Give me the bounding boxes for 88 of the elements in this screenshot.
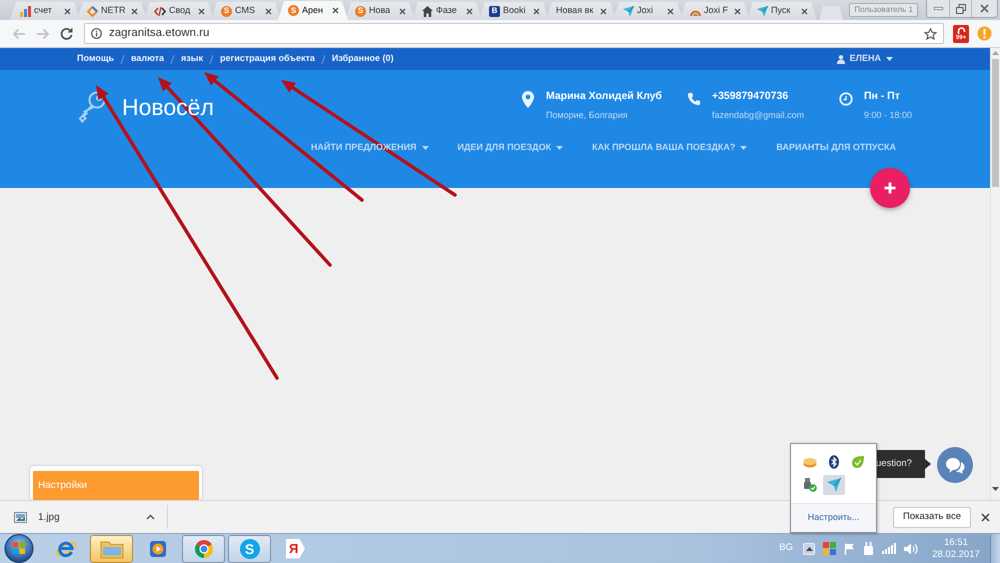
taskbar-button[interactable]: Я: [274, 534, 317, 562]
scroll-down-icon[interactable]: [992, 487, 999, 492]
house-icon: [422, 6, 433, 16]
taskbar-button[interactable]: [90, 534, 133, 562]
letter-icon: S: [240, 538, 260, 558]
taskbar-button[interactable]: [182, 534, 225, 562]
browser-tab[interactable]: S CMS: [211, 2, 281, 20]
browser-tab[interactable]: Пуск: [747, 2, 817, 20]
top-nav-link[interactable]: Помощь: [77, 52, 114, 66]
contact-title: +359879470736: [712, 91, 790, 103]
chat-tooltip: uestion?: [876, 450, 931, 478]
paper-plane-icon: [623, 6, 634, 16]
play-icon: [148, 540, 166, 558]
close-icon[interactable]: [667, 8, 674, 14]
contact-detail: Поморие, Болгария: [546, 110, 629, 120]
close-icon[interactable]: [399, 8, 406, 14]
user-icon: [836, 54, 845, 64]
profile-button[interactable]: Пользователь 1: [849, 3, 918, 17]
close-icon[interactable]: [131, 8, 138, 14]
image-file-icon: [14, 512, 27, 522]
show-all-button[interactable]: Показать все: [893, 506, 971, 528]
close-icon[interactable]: [64, 8, 71, 14]
letter-icon: S: [221, 6, 232, 16]
tray-expand-button[interactable]: [803, 542, 815, 554]
arc-icon: [956, 26, 966, 34]
code-icon: [154, 6, 166, 16]
browser-tab[interactable]: NETR: [77, 2, 147, 20]
caret-icon: [740, 146, 748, 150]
contact-detail: fazendabg@gmail.com: [712, 110, 804, 120]
close-icon[interactable]: [734, 8, 741, 14]
top-nav-link[interactable]: регистрация объекта: [220, 52, 315, 66]
top-nav-link[interactable]: язык: [181, 52, 203, 66]
caret-up-icon: [806, 546, 812, 550]
top-nav-link[interactable]: валюта: [131, 52, 164, 66]
contact-title: Марина Холидей Клуб: [546, 91, 662, 103]
browser-tab[interactable]: Фазе: [412, 2, 482, 20]
tile-grid-icon[interactable]: [823, 542, 836, 555]
info-icon[interactable]: [91, 28, 102, 39]
start-button[interactable]: [4, 534, 34, 563]
reload-icon[interactable]: [60, 27, 73, 40]
map-pin-icon: [522, 91, 534, 108]
minimize-icon: [934, 7, 942, 10]
close-icon[interactable]: [801, 8, 808, 14]
browser-tab[interactable]: S Нова: [345, 2, 415, 20]
tricolor-circle-icon: [194, 538, 214, 558]
chat-bubbles-icon: [945, 456, 965, 474]
close-icon[interactable]: [466, 8, 473, 14]
browser-tab[interactable]: B Booki: [479, 2, 549, 20]
plus-icon: [884, 182, 896, 194]
scrollbar-thumb[interactable]: [992, 59, 999, 187]
address-field[interactable]: zagranitsa.etown.ru: [84, 23, 944, 44]
phone-icon: [686, 91, 701, 107]
diamond-icon: [87, 6, 98, 16]
contact-title: Пн - Пт: [864, 91, 901, 103]
close-icon[interactable]: [332, 7, 339, 14]
star-icon[interactable]: [924, 28, 937, 40]
letter-icon: Я: [286, 538, 305, 558]
restore-icon: [956, 4, 966, 14]
caret-icon: [556, 146, 564, 150]
orbit-e-icon: [54, 538, 76, 558]
close-icon: [980, 4, 989, 13]
chevron-up-icon[interactable]: [146, 514, 155, 520]
letter-icon: S: [288, 5, 299, 16]
download-item[interactable]: 1.jpg: [0, 505, 168, 529]
browser-tab[interactable]: Joxi: [613, 2, 683, 20]
letter-icon: B: [489, 6, 500, 16]
close-icon[interactable]: [981, 512, 990, 522]
contact-detail: 9:00 - 18:00: [864, 110, 912, 120]
browser-tab[interactable]: Свод: [144, 2, 214, 20]
browser-tab[interactable]: Joxi F: [680, 2, 750, 20]
close-icon[interactable]: [533, 8, 540, 14]
paper-plane-icon: [757, 6, 768, 16]
top-nav-link[interactable]: Избранное (0): [332, 52, 394, 66]
key-logo-icon: [77, 91, 106, 123]
folder-icon: [100, 538, 124, 558]
clock-icon: [838, 91, 853, 107]
taskbar-button[interactable]: S: [228, 534, 271, 562]
letter-icon: S: [355, 6, 366, 16]
browser-tab[interactable]: счет: [10, 2, 80, 20]
caret-icon: [886, 57, 893, 61]
bar-chart-icon: [20, 6, 31, 16]
caret-icon: [422, 146, 429, 150]
browser-tab[interactable]: S Арен: [278, 1, 348, 20]
close-icon[interactable]: [600, 8, 607, 14]
close-icon[interactable]: [198, 8, 205, 14]
close-icon[interactable]: [265, 8, 272, 14]
user-menu[interactable]: ЕЛЕНА: [836, 52, 893, 66]
browser-tab[interactable]: Новая вк: [546, 2, 616, 20]
